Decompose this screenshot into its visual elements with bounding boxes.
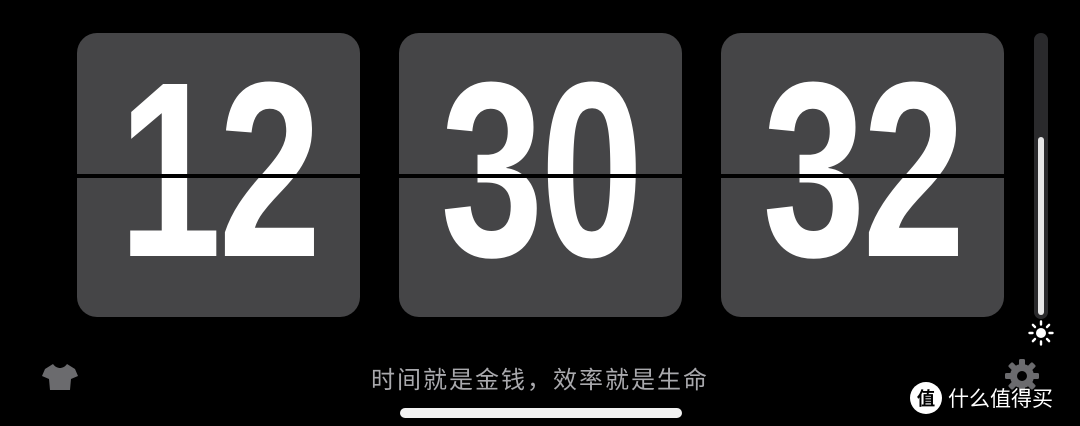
brightness-slider[interactable] [1034,33,1048,319]
watermark: 值 什么值得买 [910,380,1053,416]
watermark-text: 什么值得买 [948,387,1053,411]
seconds-digits: 32 [762,33,966,309]
minutes-digits: 30 [440,33,644,309]
brightness-fill [1038,137,1044,315]
watermark-logo: 值 [910,382,942,414]
flip-divider [77,174,1006,178]
hours-digits: 12 [118,33,322,309]
sun-icon [1028,320,1054,346]
home-indicator[interactable] [400,408,682,418]
